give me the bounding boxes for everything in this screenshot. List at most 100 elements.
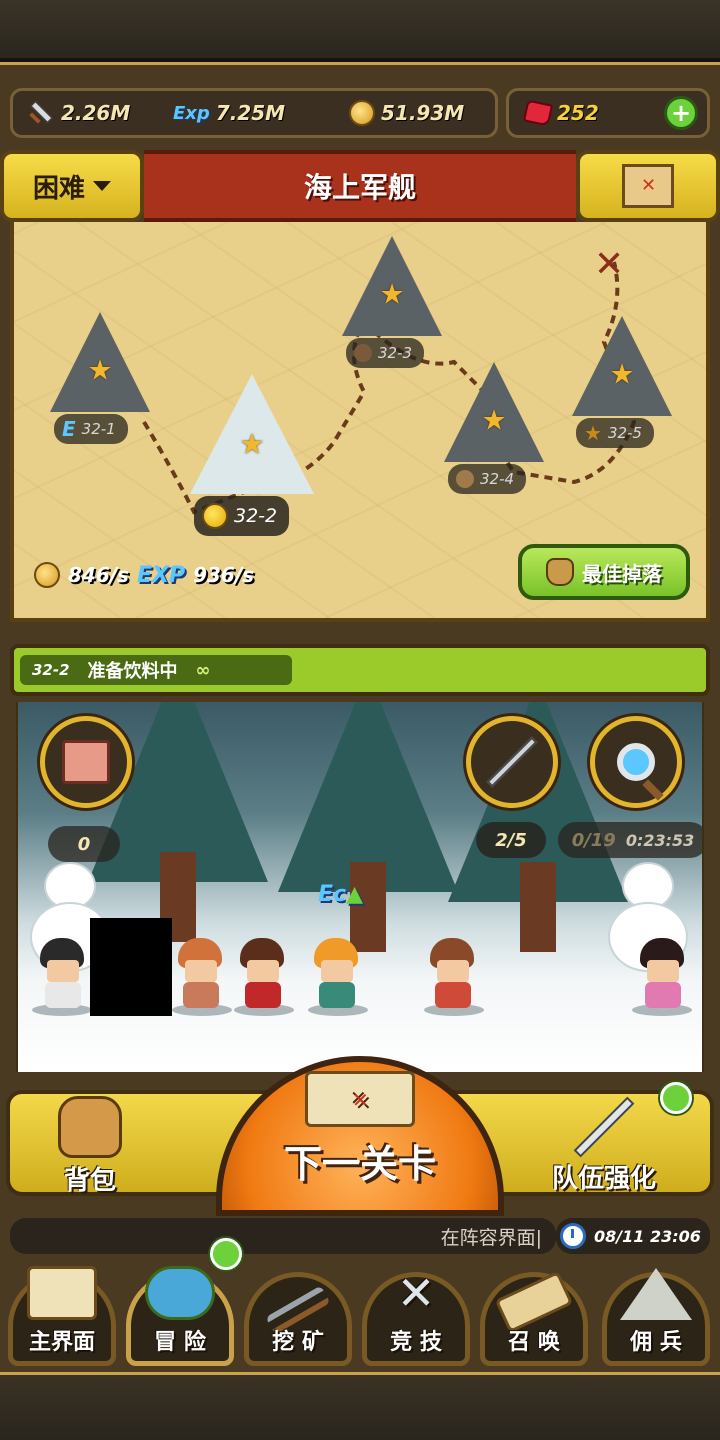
map-node-32-3[interactable]: ★ [342, 236, 442, 336]
node-label-32-5: ★ 32-5 [576, 418, 654, 448]
stage-title-bar: 海上军舰 [144, 150, 576, 222]
fight-count-pill: 2/5 [476, 822, 546, 858]
battle-button[interactable] [466, 716, 558, 808]
node-id: 32-1 [81, 420, 116, 438]
map-node-32-5[interactable]: ★ [572, 316, 672, 416]
nav-mining[interactable]: 挖 矿 [240, 1254, 356, 1366]
exp-resource: Exp 7.25M [173, 91, 285, 135]
sword-icon [486, 736, 538, 788]
tent-icon [620, 1268, 692, 1320]
star-icon: ★ [584, 421, 602, 445]
sword-icon [25, 98, 55, 128]
up-arrow-icon: ▲ [346, 882, 363, 907]
add-gems-button[interactable]: + [664, 96, 698, 130]
map-node-32-2[interactable]: ★ [190, 374, 314, 494]
message-ticker: 在阵容界面| [10, 1218, 556, 1254]
team-upgrade-button[interactable]: 队伍强化 [552, 1096, 656, 1195]
gem-value: 252 [557, 101, 599, 125]
backpack-label: 背包 [63, 1166, 116, 1196]
stage-status: 32-2 准备饮料中 ∞ [20, 655, 292, 685]
ticker-message: 在阵容界面| [440, 1226, 542, 1249]
search-button[interactable] [590, 716, 682, 808]
gold-coin-icon [349, 100, 375, 126]
status-text: 准备饮料中 [87, 661, 178, 682]
gold-coin-icon [202, 503, 228, 529]
chevron-down-icon [93, 181, 111, 191]
node-id: 32-2 [234, 505, 278, 527]
tree-trunk [520, 862, 556, 952]
star-icon: ★ [609, 357, 635, 391]
team-upgrade-label: 队伍强化 [552, 1164, 657, 1194]
island-icon [145, 1266, 215, 1320]
attack-resource: 2.26M [25, 91, 130, 135]
ec-label: Ec [318, 882, 347, 907]
level-up-badge: Ec▲ [318, 882, 363, 907]
star-icon: ★ [481, 403, 507, 437]
nav-mercenary[interactable]: 佣 兵 [598, 1254, 714, 1366]
redacted-hero [90, 918, 172, 1016]
gold-resource: 51.93M [349, 91, 464, 135]
destination-x-mark: ✕ [594, 244, 625, 285]
infinity-icon: ∞ [195, 659, 211, 681]
gem-resource: 252 [522, 91, 599, 135]
nav-label: 冒 险 [154, 1330, 206, 1355]
nav-label: 召 唤 [508, 1330, 560, 1355]
top-background [0, 0, 720, 62]
best-drop-button[interactable]: 最佳掉落 [518, 544, 690, 600]
exp-value: 7.25M [215, 101, 286, 125]
backpack-button[interactable]: 背包 [58, 1096, 122, 1197]
notification-dot [660, 1082, 692, 1114]
node-id: 32-4 [480, 470, 515, 488]
map-scroll-icon [27, 1266, 97, 1320]
star-icon: ★ [87, 353, 113, 387]
battle-scene: Ec▲ 0 2/5 0/19 0:23:53 [16, 702, 704, 1072]
enemy-1 [430, 938, 476, 1014]
nav-label: 佣 兵 [630, 1330, 682, 1355]
treasure-map-icon [622, 164, 674, 208]
exp-icon: Exp [173, 102, 210, 124]
treasure-map-button[interactable] [576, 150, 720, 222]
next-stage-label: 下一关卡 [283, 1142, 436, 1186]
scroll-count-pill: 0 [48, 826, 120, 862]
map-node-32-1[interactable]: ★ [50, 312, 150, 412]
search-timer: 0:23:53 [625, 830, 695, 850]
nav-label: 竞 技 [390, 1330, 442, 1355]
crossed-swords-icon: ✕ [396, 1266, 436, 1320]
node-label-32-2: 32-2 [194, 496, 290, 536]
status-stage-id: 32-2 [32, 661, 70, 679]
nav-label: 挖 矿 [272, 1330, 324, 1355]
backpack-icon [58, 1096, 122, 1158]
stage-title: 海上军舰 [303, 171, 416, 204]
node-id: 32-3 [378, 344, 413, 362]
nav-summon[interactable]: 召 唤 [476, 1254, 592, 1366]
star-icon: ★ [379, 277, 405, 311]
npc-1 [640, 938, 686, 1014]
magnifier-icon [617, 743, 655, 781]
node-id: 32-5 [607, 424, 642, 442]
node-label-32-4: 32-4 [448, 464, 527, 494]
rank-e-badge: E [62, 417, 76, 441]
gold-coin-icon [34, 562, 60, 588]
nav-arena[interactable]: ✕ 竞 技 [358, 1254, 474, 1366]
bottom-nav: 主界面 冒 险 挖 矿 ✕ 竞 技 召 唤 佣 兵 [0, 1238, 720, 1372]
resource-bar: 2.26M Exp 7.25M 51.93M [10, 88, 498, 138]
scroll-count: 0 [77, 833, 91, 855]
hero-5 [314, 938, 360, 1014]
hero-4 [240, 938, 286, 1014]
map-scroll-icon [305, 1071, 415, 1127]
income-rates: 846/s EXP 936/s [34, 557, 254, 593]
map-node-32-4[interactable]: ★ [444, 362, 544, 462]
search-count-pill: 0/19 0:23:53 [558, 822, 702, 858]
hero-3 [178, 938, 224, 1014]
notification-dot [210, 1238, 242, 1270]
gold-value: 51.93M [381, 101, 465, 125]
scroll-button[interactable] [40, 716, 132, 808]
nav-main[interactable]: 主界面 [4, 1254, 120, 1366]
exp-rate: 936/s [193, 563, 255, 587]
nav-adventure[interactable]: 冒 险 [122, 1254, 238, 1366]
ruby-gem-icon [522, 99, 554, 127]
search-count: 0/19 [571, 829, 616, 851]
best-drop-label: 最佳掉落 [582, 561, 662, 586]
clock: 08/11 23:06 [556, 1218, 710, 1254]
difficulty-dropdown[interactable]: 困难 [0, 150, 144, 222]
